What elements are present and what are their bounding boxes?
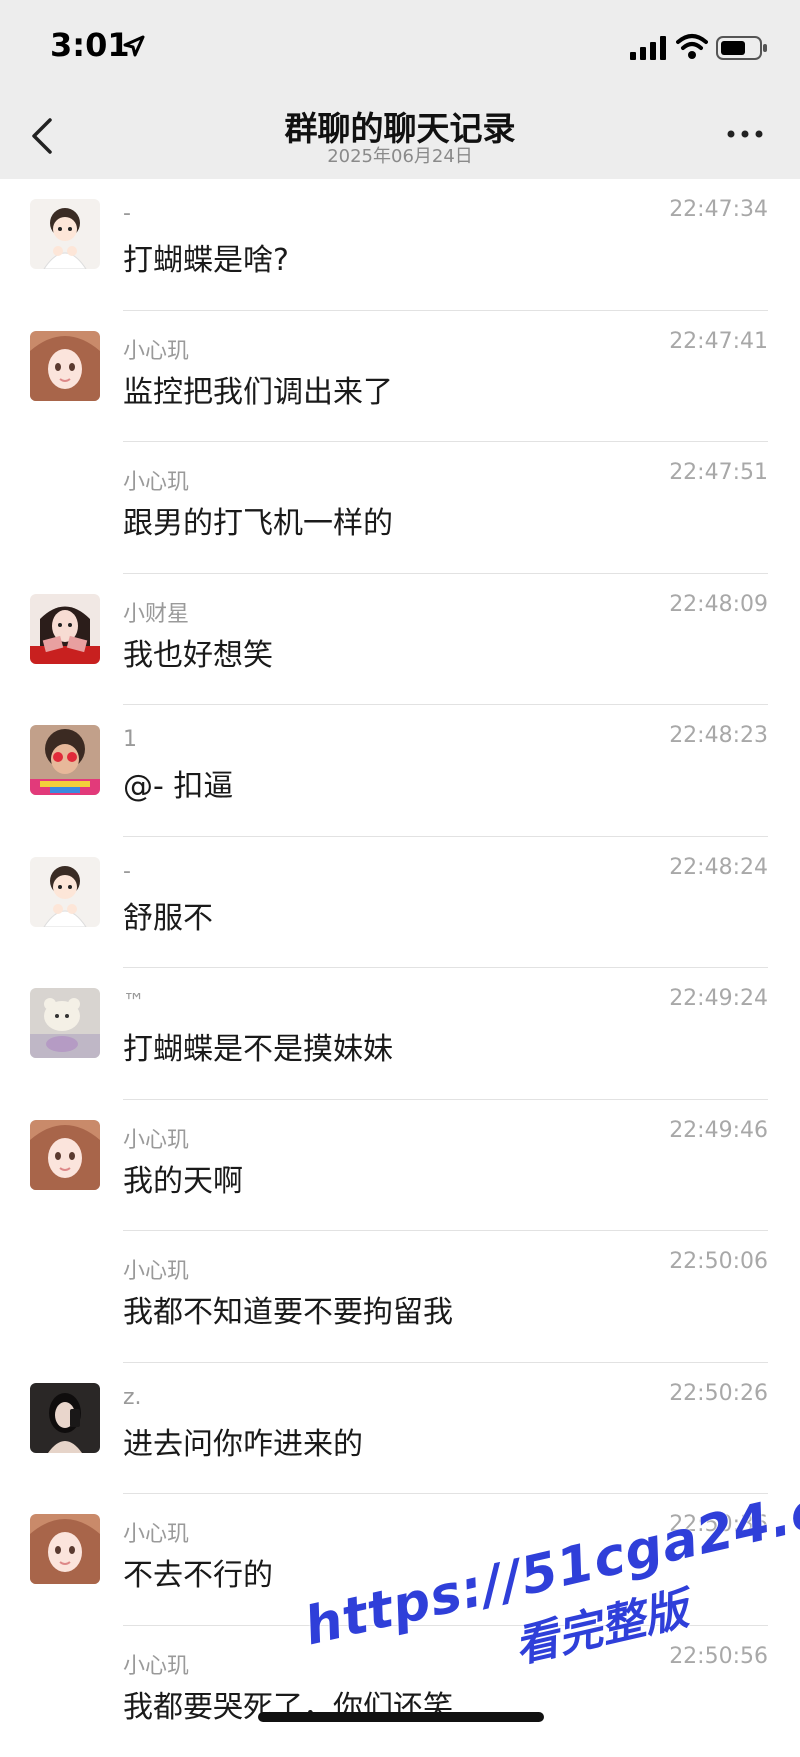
sender-name: 小心玑 — [123, 1648, 189, 1680]
message-text: 我都不知道要不要拘留我 — [123, 1287, 453, 1331]
wifi-icon — [676, 32, 708, 60]
top-bar: 3:01 群聊的聊天记录 2025年06月24日 — [0, 0, 800, 179]
message-time: 22:47:34 — [669, 197, 768, 222]
message-time: 22:49:24 — [669, 986, 768, 1011]
message-text: 监控把我们调出来了 — [123, 367, 393, 411]
anime-girl-avatar — [30, 331, 100, 401]
sender-name: 1 — [123, 727, 137, 752]
girl-cartoon-avatar — [30, 857, 100, 927]
dark-selfie-avatar — [30, 1383, 100, 1453]
message-text: 我也好想笑 — [123, 630, 273, 674]
anime-girl-avatar — [30, 1120, 100, 1190]
sender-name: 小心玑 — [123, 464, 189, 496]
message-text: 舒服不 — [123, 893, 213, 937]
list-item[interactable]: - 22:48:24 舒服不 — [0, 837, 800, 969]
list-item[interactable]: 小心玑 22:47:51 跟男的打飞机一样的 — [0, 442, 800, 574]
girl-money-avatar — [30, 594, 100, 664]
message-time: 22:48:23 — [669, 723, 768, 748]
sender-name: ™ — [123, 990, 145, 1015]
list-item[interactable]: 小心玑 22:49:46 我的天啊 — [0, 1100, 800, 1232]
message-time: 22:47:41 — [669, 329, 768, 354]
sender-name: 小心玑 — [123, 1122, 189, 1154]
status-time: 3:01 — [50, 26, 130, 64]
message-text: 打蝴蝶是不是摸妹妹 — [123, 1024, 393, 1068]
message-text: 打蝴蝶是啥? — [123, 235, 289, 279]
more-options-icon[interactable] — [726, 124, 764, 144]
list-item[interactable]: 小心玑 22:47:41 监控把我们调出来了 — [0, 311, 800, 443]
page-date: 2025年06月24日 — [0, 142, 800, 168]
message-time: 22:48:24 — [669, 855, 768, 880]
message-time: 22:49:46 — [669, 1118, 768, 1143]
message-time: 22:47:51 — [669, 460, 768, 485]
list-item[interactable]: - 22:47:34 打蝴蝶是啥? — [0, 179, 800, 311]
sender-name: 小财星 — [123, 596, 189, 628]
message-text: 我的天啊 — [123, 1156, 243, 1200]
list-item[interactable]: 小财星 22:48:09 我也好想笑 — [0, 574, 800, 706]
anime-girl-avatar — [30, 1514, 100, 1584]
sender-name: - — [123, 201, 131, 226]
message-text: 不去不行的 — [123, 1550, 273, 1594]
plush-toy-avatar — [30, 988, 100, 1058]
battery-icon — [716, 36, 768, 60]
sender-name: z. — [123, 1385, 142, 1410]
message-time: 22:48:09 — [669, 592, 768, 617]
message-text: 进去问你咋进来的 — [123, 1419, 363, 1463]
cellular-signal-icon — [630, 36, 668, 60]
message-time: 22:50:06 — [669, 1249, 768, 1274]
list-item[interactable]: ™ 22:49:24 打蝴蝶是不是摸妹妹 — [0, 968, 800, 1100]
girl-cartoon-avatar — [30, 199, 100, 269]
sender-name: 小心玑 — [123, 333, 189, 365]
sender-name: 小心玑 — [123, 1516, 189, 1548]
message-text: 跟男的打飞机一样的 — [123, 498, 393, 542]
sender-name: - — [123, 859, 131, 884]
list-item[interactable]: 小心玑 22:50:06 我都不知道要不要拘留我 — [0, 1231, 800, 1363]
message-time: 22:50:26 — [669, 1381, 768, 1406]
sender-name: 小心玑 — [123, 1253, 189, 1285]
message-text: @- 扣逼 — [123, 761, 233, 805]
location-arrow-icon — [122, 34, 146, 58]
home-indicator[interactable] — [258, 1712, 544, 1722]
colorful-avatar — [30, 725, 100, 795]
list-item[interactable]: 1 22:48:23 @- 扣逼 — [0, 705, 800, 837]
